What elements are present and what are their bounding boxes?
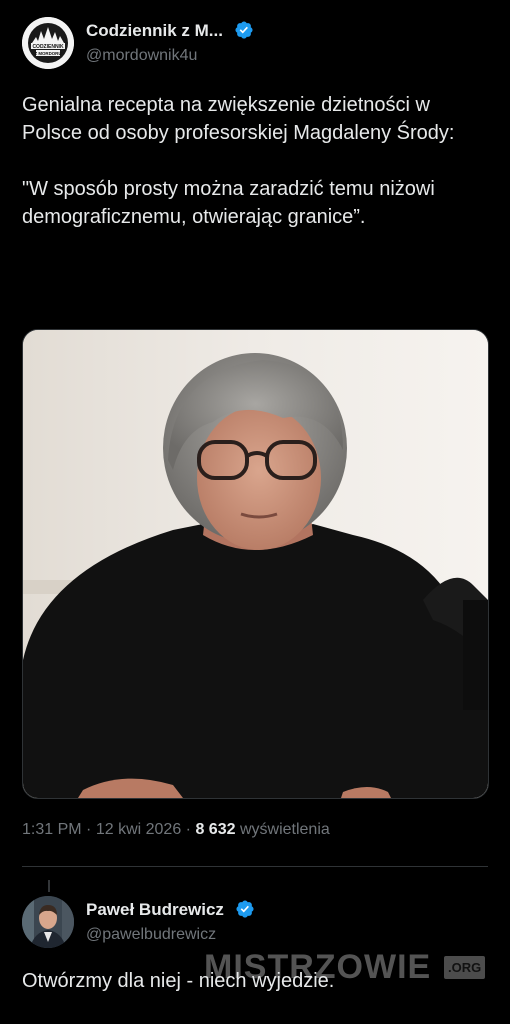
tweet-time[interactable]: 1:31 PM (22, 821, 82, 838)
verified-badge-icon (235, 21, 253, 39)
reply-author-name-text: Paweł Budrewicz (86, 900, 224, 919)
verified-badge-icon (236, 900, 254, 918)
reply-author-name[interactable]: Paweł Budrewicz (86, 899, 255, 920)
author-name-text: Codziennik z M... (86, 21, 223, 40)
video-frame-image (23, 330, 488, 798)
thread-line (48, 880, 50, 892)
views-label: wyświetlenia (239, 821, 330, 838)
reply-text: Otwórzmy dla niej - niech wyjedzie. (22, 970, 335, 992)
author-avatar[interactable]: CODZIENNIK Z MORDORU (22, 17, 74, 69)
tweet-paragraph-2: "W sposób prosty można zaradzić temu niż… (22, 178, 435, 228)
reply-author-handle[interactable]: @pawelbudrewicz (86, 926, 216, 944)
logo-text-line1: CODZIENNIK (32, 44, 64, 50)
logo-text-line2: Z MORDORU (34, 51, 61, 56)
reply-author-avatar[interactable] (22, 896, 74, 948)
codziennik-logo: CODZIENNIK Z MORDORU (22, 17, 74, 69)
tweet-media-video[interactable] (22, 329, 489, 799)
author-handle[interactable]: @mordownik4u (86, 47, 197, 65)
tweet-meta: 1:31 PM · 12 kwi 2026 · 8 632 wyświetlen… (22, 821, 330, 839)
meta-separator: · (185, 821, 191, 838)
divider (22, 866, 488, 867)
views-count: 8 632 (195, 821, 236, 838)
reply-avatar-photo (22, 896, 74, 948)
meta-separator: · (86, 821, 92, 838)
watermark-suffix: .ORG (444, 956, 486, 979)
author-name[interactable]: Codziennik z M... (86, 20, 254, 41)
tweet-text: Genialna recepta na zwiększenie dzietnoś… (22, 91, 492, 231)
tweet-date[interactable]: 12 kwi 2026 (96, 821, 181, 838)
tweet-paragraph-1: Genialna recepta na zwiększenie dzietnoś… (22, 94, 455, 144)
